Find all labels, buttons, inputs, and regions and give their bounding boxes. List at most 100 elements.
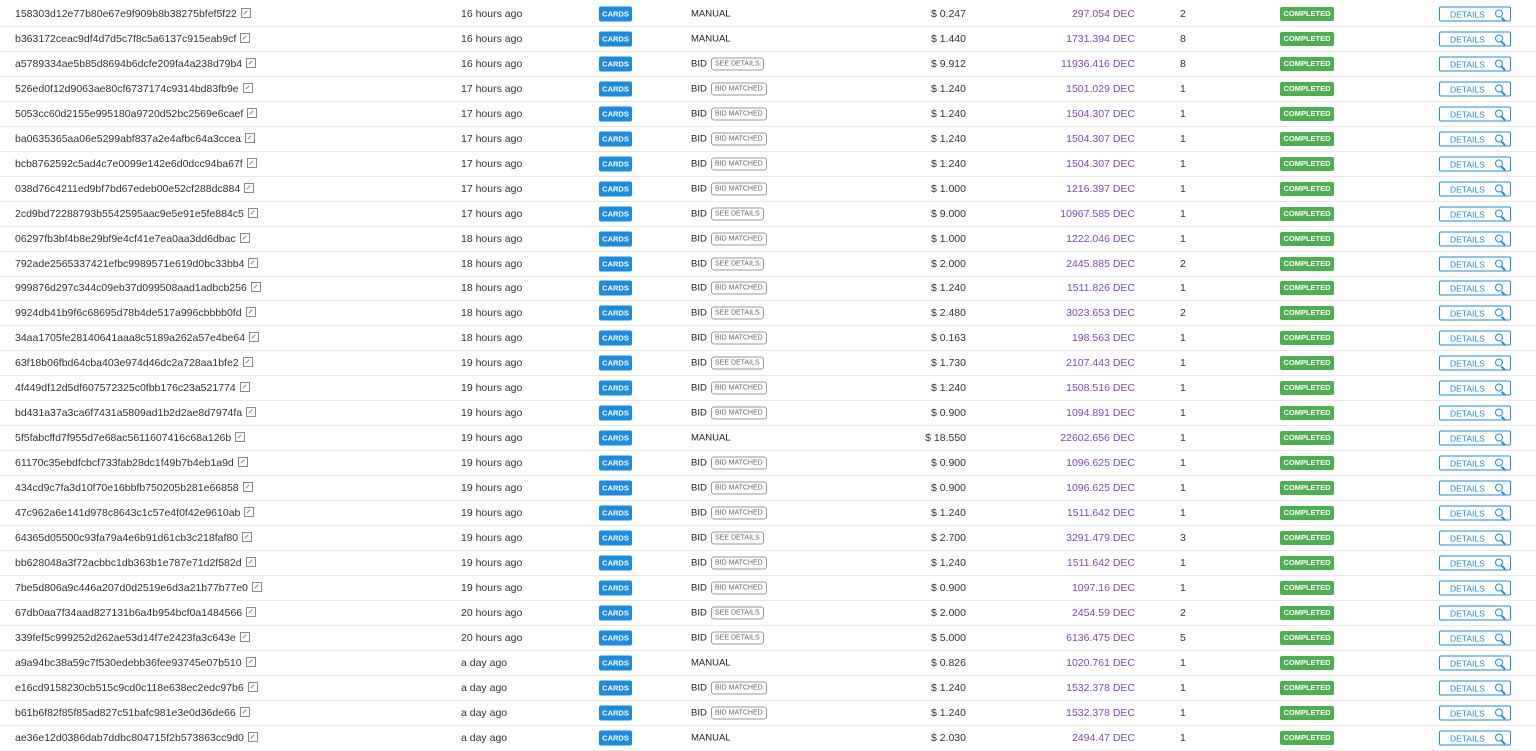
transaction-id[interactable]: b363172ceac9df4d7d5c7f8c5a6137c915eab9cf — [15, 33, 236, 45]
details-button[interactable]: DETAILS — [1439, 605, 1511, 621]
details-button[interactable]: DETAILS — [1439, 81, 1511, 97]
details-button[interactable]: DETAILS — [1439, 430, 1511, 446]
details-button[interactable]: DETAILS — [1439, 655, 1511, 671]
transaction-id-link[interactable]: 06297fb3bf4b8e29bf9e4cf41e7ea0aa3dd6dbac — [15, 232, 250, 245]
details-button[interactable]: DETAILS — [1439, 156, 1511, 172]
details-button[interactable]: DETAILS — [1439, 355, 1511, 371]
external-link-icon[interactable] — [246, 157, 257, 168]
transaction-id-link[interactable]: 7be5d806a9c446a207d0d2519e6d3a21b77b77e0 — [15, 581, 262, 594]
details-button[interactable]: DETAILS — [1439, 330, 1511, 346]
external-link-icon[interactable] — [246, 407, 257, 418]
details-button[interactable]: DETAILS — [1439, 106, 1511, 122]
transaction-id[interactable]: 526ed0f12d9063ae80cf6737174c9314bd83fb9e — [15, 83, 239, 95]
details-button[interactable]: DETAILS — [1439, 505, 1511, 521]
transaction-id[interactable]: bd431a37a3ca6f7431a5809ad1b2d2ae8d7974fa — [15, 407, 242, 419]
external-link-icon[interactable] — [239, 382, 250, 393]
external-link-icon[interactable] — [250, 282, 261, 293]
external-link-icon[interactable] — [246, 606, 257, 617]
external-link-icon[interactable] — [248, 257, 259, 268]
external-link-icon[interactable] — [239, 232, 250, 243]
transaction-id[interactable]: 34aa1705fe28140641aaa8c5189a262a57e4be64 — [15, 332, 245, 344]
transaction-id-link[interactable]: 9924db41b9f6c68695d78b4de517a996cbbbb0fd — [15, 307, 256, 319]
transaction-id[interactable]: a9a94bc38a59c7f530edebb36fee93745e07b510 — [15, 657, 242, 669]
external-link-icon[interactable] — [235, 432, 246, 443]
details-button[interactable]: DETAILS — [1439, 206, 1511, 222]
transaction-id-link[interactable]: bcb8762592c5ad4c7e0099e142e6d0dcc94ba67f — [15, 157, 257, 170]
details-button[interactable]: DETAILS — [1439, 480, 1511, 496]
transaction-id-link[interactable]: bd431a37a3ca6f7431a5809ad1b2d2ae8d7974fa — [15, 407, 257, 419]
transaction-id[interactable]: bcb8762592c5ad4c7e0099e142e6d0dcc94ba67f — [15, 158, 243, 170]
external-link-icon[interactable] — [247, 207, 258, 218]
transaction-id[interactable]: bb628048a3f72acbbc1db363b1e787e71d2f582d — [15, 557, 242, 569]
external-link-icon[interactable] — [242, 357, 253, 368]
transaction-id[interactable]: 339fef5c999252d262ae53d14f7e2423fa3c643e — [15, 632, 236, 644]
transaction-id[interactable]: 4f449df12d5df607572325c0fbb176c23a521774 — [15, 382, 236, 394]
external-link-icon[interactable] — [237, 457, 248, 468]
transaction-id-link[interactable]: 158303d12e77b80e67e9f909b8b38275bfef5f22 — [15, 8, 251, 20]
transaction-id[interactable]: ba0635365aa06e5299abf837a2e4afbc64a3ccea — [15, 133, 241, 145]
transaction-id-link[interactable]: a9a94bc38a59c7f530edebb36fee93745e07b510 — [15, 656, 256, 669]
external-link-icon[interactable] — [239, 706, 250, 717]
details-button[interactable]: DETAILS — [1439, 405, 1511, 421]
details-button[interactable]: DETAILS — [1439, 455, 1511, 471]
transaction-id[interactable]: a5789334ae5b85d8694b6dcfe209fa4a238d79b4 — [15, 58, 242, 70]
transaction-id-link[interactable]: b363172ceac9df4d7d5c7f8c5a6137c915eab9cf — [15, 32, 251, 45]
external-link-icon[interactable] — [249, 332, 260, 343]
details-button[interactable]: DETAILS — [1439, 280, 1511, 296]
transaction-id-link[interactable]: 339fef5c999252d262ae53d14f7e2423fa3c643e — [15, 631, 250, 644]
transaction-id[interactable]: 792ade2565337421efbc9989571e619d0bc33bb4 — [15, 258, 244, 270]
external-link-icon[interactable] — [245, 556, 256, 567]
external-link-icon[interactable] — [247, 731, 258, 742]
details-button[interactable]: DETAILS — [1439, 131, 1511, 147]
transaction-id[interactable]: 158303d12e77b80e67e9f909b8b38275bfef5f22 — [15, 8, 237, 20]
external-link-icon[interactable] — [240, 8, 251, 18]
external-link-icon[interactable] — [247, 681, 258, 692]
transaction-id-link[interactable]: 5053cc60d2155e995180a9720d52bc2569e6caef — [15, 107, 258, 120]
transaction-id[interactable]: b61b6f82f85f85ad827c51bafc981e3e0d36de66 — [15, 707, 236, 719]
transaction-id[interactable]: 434cd9c7fa3d10f70e16bbfb750205b281e66858 — [15, 482, 239, 494]
details-button[interactable]: DETAILS — [1439, 580, 1511, 596]
transaction-id[interactable]: 63f18b06fbd64cba403e974d46dc2a728aa1bfe2 — [15, 357, 239, 369]
transaction-id[interactable]: 64365d05500c93fa79a4e6b91d61cb3c218faf80 — [15, 532, 238, 544]
transaction-id-link[interactable]: 526ed0f12d9063ae80cf6737174c9314bd83fb9e — [15, 82, 253, 95]
details-button[interactable]: DETAILS — [1439, 705, 1511, 721]
transaction-id[interactable]: 06297fb3bf4b8e29bf9e4cf41e7ea0aa3dd6dbac — [15, 233, 236, 245]
external-link-icon[interactable] — [244, 507, 255, 517]
transaction-id-link[interactable]: ae36e12d0386dab7ddbc804715f2b573863cc9d0 — [15, 731, 258, 744]
transaction-id-link[interactable]: 038d76c4211ed9bf7bd67edeb00e52cf288dc884 — [15, 182, 255, 195]
details-button[interactable]: DETAILS — [1439, 730, 1511, 746]
external-link-icon[interactable] — [244, 182, 255, 193]
transaction-id-link[interactable]: 999876d297c344c09eb37d099508aad1adbcb256 — [15, 282, 261, 294]
transaction-id-link[interactable]: 4f449df12d5df607572325c0fbb176c23a521774 — [15, 382, 250, 394]
transaction-id-link[interactable]: 34aa1705fe28140641aaa8c5189a262a57e4be64 — [15, 332, 260, 344]
transaction-id[interactable]: 038d76c4211ed9bf7bd67edeb00e52cf288dc884 — [15, 183, 240, 195]
transaction-id[interactable]: 5f5fabcffd7f955d7e68ac5611607416c68a126b — [15, 432, 231, 444]
transaction-id-link[interactable]: 67db0aa7f34aad827131b6a4b954bcf0a1484566 — [15, 606, 257, 619]
details-button[interactable]: DETAILS — [1439, 530, 1511, 546]
details-button[interactable]: DETAILS — [1439, 630, 1511, 646]
external-link-icon[interactable] — [242, 82, 253, 93]
external-link-icon[interactable] — [245, 656, 256, 667]
transaction-id[interactable]: 7be5d806a9c446a207d0d2519e6d3a21b77b77e0 — [15, 582, 248, 594]
transaction-id-link[interactable]: 64365d05500c93fa79a4e6b91d61cb3c218faf80 — [15, 531, 253, 544]
details-button[interactable]: DETAILS — [1439, 6, 1511, 22]
external-link-icon[interactable] — [247, 107, 258, 118]
transaction-id-link[interactable]: 2cd9bd72288793b5542595aac9e5e91e5fe884c5 — [15, 207, 258, 220]
details-button[interactable]: DETAILS — [1439, 181, 1511, 197]
transaction-id-link[interactable]: 47c962a6e141d978c8643c1c57e4f0f42e9610ab — [15, 507, 255, 519]
transaction-id-link[interactable]: 63f18b06fbd64cba403e974d46dc2a728aa1bfe2 — [15, 357, 253, 369]
details-button[interactable]: DETAILS — [1439, 380, 1511, 396]
transaction-id[interactable]: 999876d297c344c09eb37d099508aad1adbcb256 — [15, 282, 247, 294]
transaction-id-link[interactable]: ba0635365aa06e5299abf837a2e4afbc64a3ccea — [15, 132, 255, 145]
transaction-id-link[interactable]: 5f5fabcffd7f955d7e68ac5611607416c68a126b — [15, 432, 246, 444]
details-button[interactable]: DETAILS — [1439, 31, 1511, 47]
transaction-id-link[interactable]: b61b6f82f85f85ad827c51bafc981e3e0d36de66 — [15, 706, 250, 719]
transaction-id[interactable]: 61170c35ebdfcbcf733fab28dc1f49b7b4eb1a9d — [15, 457, 234, 469]
transaction-id-link[interactable]: e16cd9158230cb515c9cd0c118e638ec2edc97b6 — [15, 681, 258, 694]
external-link-icon[interactable] — [245, 307, 256, 318]
transaction-id[interactable]: ae36e12d0386dab7ddbc804715f2b573863cc9d0 — [15, 732, 244, 744]
transaction-id[interactable]: 47c962a6e141d978c8643c1c57e4f0f42e9610ab — [15, 507, 240, 519]
external-link-icon[interactable] — [239, 631, 250, 642]
details-button[interactable]: DETAILS — [1439, 256, 1511, 271]
transaction-id-link[interactable]: 61170c35ebdfcbcf733fab28dc1f49b7b4eb1a9d — [15, 457, 248, 469]
